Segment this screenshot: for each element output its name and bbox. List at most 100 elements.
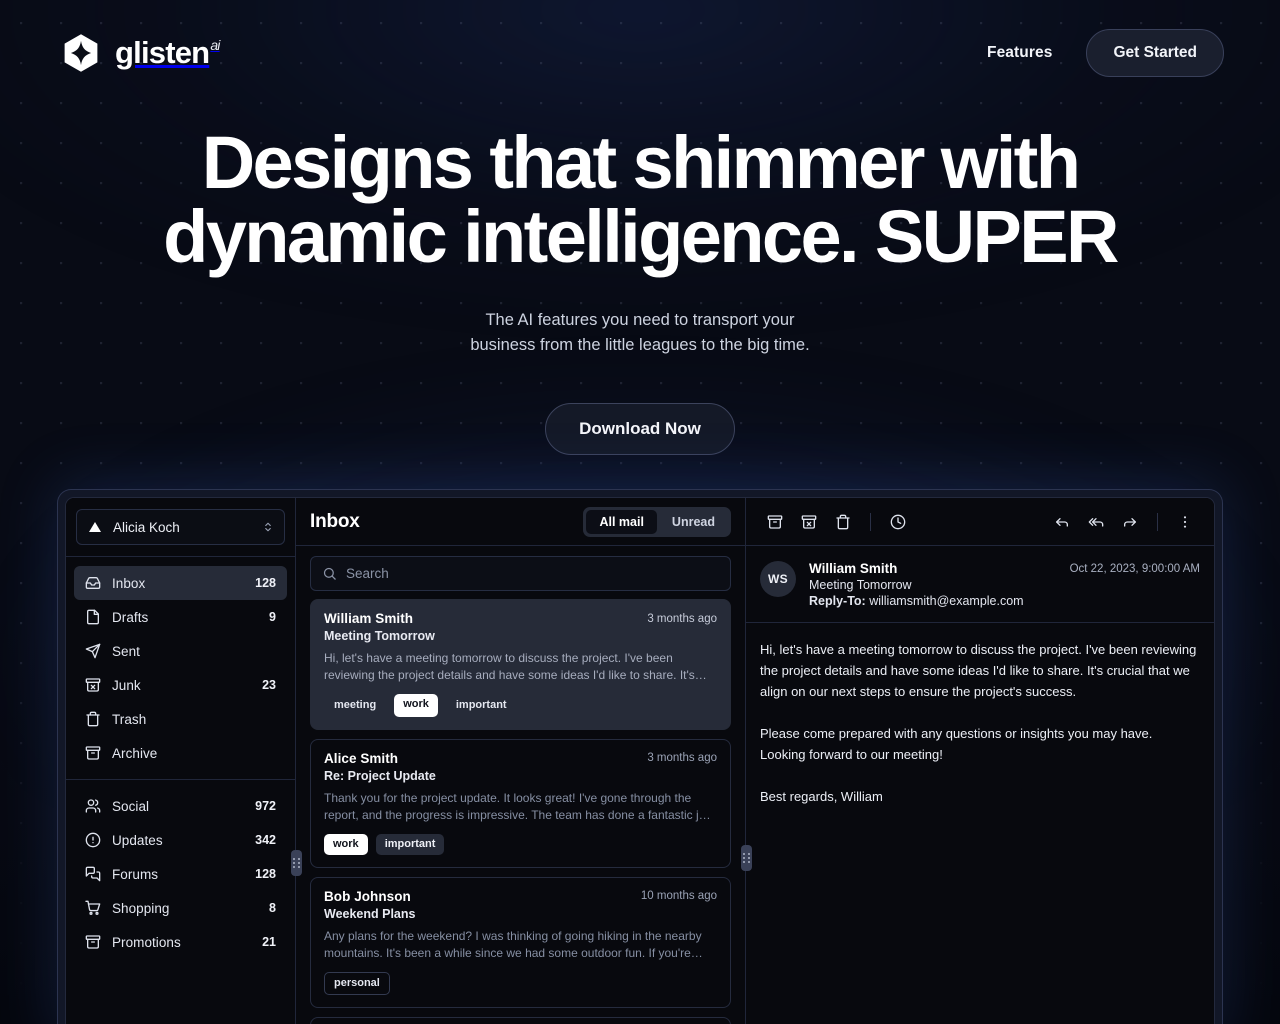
hero-subtitle: The AI features you need to transport yo… xyxy=(470,311,810,354)
page-root: glisten ai Features Get Started Designs … xyxy=(0,0,1280,1024)
sidebar-item-label: Trash xyxy=(112,711,147,727)
tab-unread[interactable]: Unread xyxy=(659,510,728,534)
forward-button[interactable] xyxy=(1115,507,1145,537)
sender-name: Bob Johnson xyxy=(324,888,411,904)
brand-name: glisten xyxy=(115,35,210,70)
timestamp: 3 months ago xyxy=(647,612,717,625)
sender-name: Alice Smith xyxy=(324,750,399,766)
sidebar-item-shopping[interactable]: Shopping 8 xyxy=(74,891,287,925)
mail-app: Alicia Koch Inbox 128 Drafts 9 Sent Junk… xyxy=(65,497,1215,1024)
reader-header: WS William Smith Meeting Tomorrow Reply-… xyxy=(746,546,1214,623)
archive-button[interactable] xyxy=(760,507,790,537)
page-title: Inbox xyxy=(310,510,360,532)
search-input[interactable] xyxy=(346,566,719,581)
sidebar-item-label: Sent xyxy=(112,643,140,659)
sidebar-secondary-group: Social 972 Updates 342 Forums 128 Shoppi… xyxy=(66,779,295,968)
move-to-junk-button[interactable] xyxy=(794,507,824,537)
main-nav: Features Get Started xyxy=(987,29,1224,77)
sidebar-item-count: 972 xyxy=(255,799,276,813)
status-badge[interactable]: important xyxy=(375,833,445,855)
chevron-updown-icon xyxy=(262,521,274,533)
subject: Weekend Plans xyxy=(324,906,416,921)
sidebar-item-archive[interactable]: Archive xyxy=(74,736,287,770)
reader-date: Oct 22, 2023, 9:00:00 AM xyxy=(1069,563,1200,575)
badge-list: personal xyxy=(324,971,717,995)
reader-body: Hi, let's have a meeting tomorrow to dis… xyxy=(760,642,1197,805)
search-box[interactable] xyxy=(310,556,731,591)
reply-button[interactable] xyxy=(1047,507,1077,537)
sidebar-item-sent[interactable]: Sent xyxy=(74,634,287,668)
reply-all-button[interactable] xyxy=(1081,507,1111,537)
sidebar-item-junk[interactable]: Junk 23 xyxy=(74,668,287,702)
sidebar-item-label: Junk xyxy=(112,677,141,693)
sidebar-item-social[interactable]: Social 972 xyxy=(74,789,287,823)
mail-sidebar: Alicia Koch Inbox 128 Drafts 9 Sent Junk… xyxy=(66,498,296,1024)
account-switcher[interactable]: Alicia Koch xyxy=(76,509,285,545)
download-now-button[interactable]: Download Now xyxy=(545,402,735,455)
sidebar-item-label: Updates xyxy=(112,832,163,848)
mail-filter-tabs: All mail Unread xyxy=(583,506,731,537)
sidebar-item-label: Archive xyxy=(112,745,158,761)
users-icon xyxy=(85,798,101,814)
mail-list-header: Inbox All mail Unread xyxy=(296,498,745,546)
table-row[interactable]: Alice Smith 3 months ago Re: Project Upd… xyxy=(310,738,731,868)
shopping-cart-icon xyxy=(85,900,101,916)
sender-name: William Smith xyxy=(324,611,414,626)
reply-all-icon xyxy=(1088,514,1104,530)
sidebar-item-label: Social xyxy=(112,798,150,814)
snippet: Hi, let's have a meeting tomorrow to dis… xyxy=(324,651,695,683)
sidebar-item-count: 128 xyxy=(255,576,276,590)
status-badge[interactable]: work xyxy=(324,833,368,855)
snippet: Any plans for the weekend? I was thinkin… xyxy=(324,928,702,960)
toolbar-divider xyxy=(1157,512,1158,531)
tab-all-mail[interactable]: All mail xyxy=(586,509,657,534)
archive-icon xyxy=(85,745,101,761)
sidebar-item-count: 342 xyxy=(255,833,276,847)
mail-list[interactable]: William Smith 3 months ago Meeting Tomor… xyxy=(296,599,745,1024)
mail-list-pane: Inbox All mail Unread Search William Smi… xyxy=(296,498,746,1024)
archive-icon xyxy=(85,934,101,950)
badge-list: meeting work important xyxy=(324,694,717,717)
status-badge[interactable]: important xyxy=(446,694,517,717)
triangle-icon xyxy=(87,519,103,535)
search-icon xyxy=(322,566,337,581)
sidebar-item-drafts[interactable]: Drafts 9 xyxy=(74,600,287,634)
table-row[interactable]: Bob Johnson 10 months ago Weekend Plans … xyxy=(310,876,731,1008)
timestamp: 10 months ago xyxy=(640,890,717,903)
sidebar-item-trash[interactable]: Trash xyxy=(74,702,287,736)
brand-logo[interactable]: glisten ai xyxy=(60,32,220,74)
sidebar-item-count: 8 xyxy=(269,901,276,915)
reader-subject: Meeting Tomorrow xyxy=(809,578,912,592)
avatar: WS xyxy=(760,561,796,597)
sidebar-item-promotions[interactable]: Promotions 21 xyxy=(74,925,287,959)
list-resize-handle[interactable] xyxy=(741,845,752,871)
reader-sender-name: William Smith xyxy=(809,561,898,576)
get-started-button[interactable]: Get Started xyxy=(1086,29,1224,77)
toolbar-divider xyxy=(870,512,871,531)
status-badge[interactable]: personal xyxy=(324,971,390,995)
sidebar-item-forums[interactable]: Forums 128 xyxy=(74,857,287,891)
nav-link-features[interactable]: Features xyxy=(987,44,1052,62)
sidebar-item-label: Drafts xyxy=(112,609,149,625)
sidebar-item-inbox[interactable]: Inbox 128 xyxy=(74,566,287,600)
reply-to-label: Reply-To: xyxy=(809,594,866,608)
forward-icon xyxy=(1122,514,1138,530)
site-header: glisten ai Features Get Started xyxy=(0,0,1280,106)
subject: Re: Project Update xyxy=(324,768,436,783)
more-options-button[interactable] xyxy=(1170,507,1200,537)
sidebar-item-updates[interactable]: Updates 342 xyxy=(74,823,287,857)
status-badge[interactable]: work xyxy=(394,694,438,717)
status-badge[interactable]: meeting xyxy=(324,694,386,717)
move-to-trash-button[interactable] xyxy=(828,507,858,537)
snooze-button[interactable] xyxy=(883,507,913,537)
table-row[interactable]: Emily Davis 10 months ago Re: Question a… xyxy=(310,1016,731,1024)
table-row[interactable]: William Smith 3 months ago Meeting Tomor… xyxy=(310,599,731,730)
reader-reply-to: Reply-To: williamsmith@example.com xyxy=(809,594,1057,608)
search-wrap xyxy=(296,546,745,599)
hero-section: Designs that shimmer with dynamic intell… xyxy=(0,126,1280,455)
reply-to-email: williamsmith@example.com xyxy=(869,594,1024,608)
subject: Meeting Tomorrow xyxy=(324,629,435,643)
sidebar-primary-group: Inbox 128 Drafts 9 Sent Junk 23 Trash Ar… xyxy=(66,557,295,779)
hexagon-sparkle-icon xyxy=(60,32,102,74)
sidebar-resize-handle[interactable] xyxy=(291,850,302,876)
